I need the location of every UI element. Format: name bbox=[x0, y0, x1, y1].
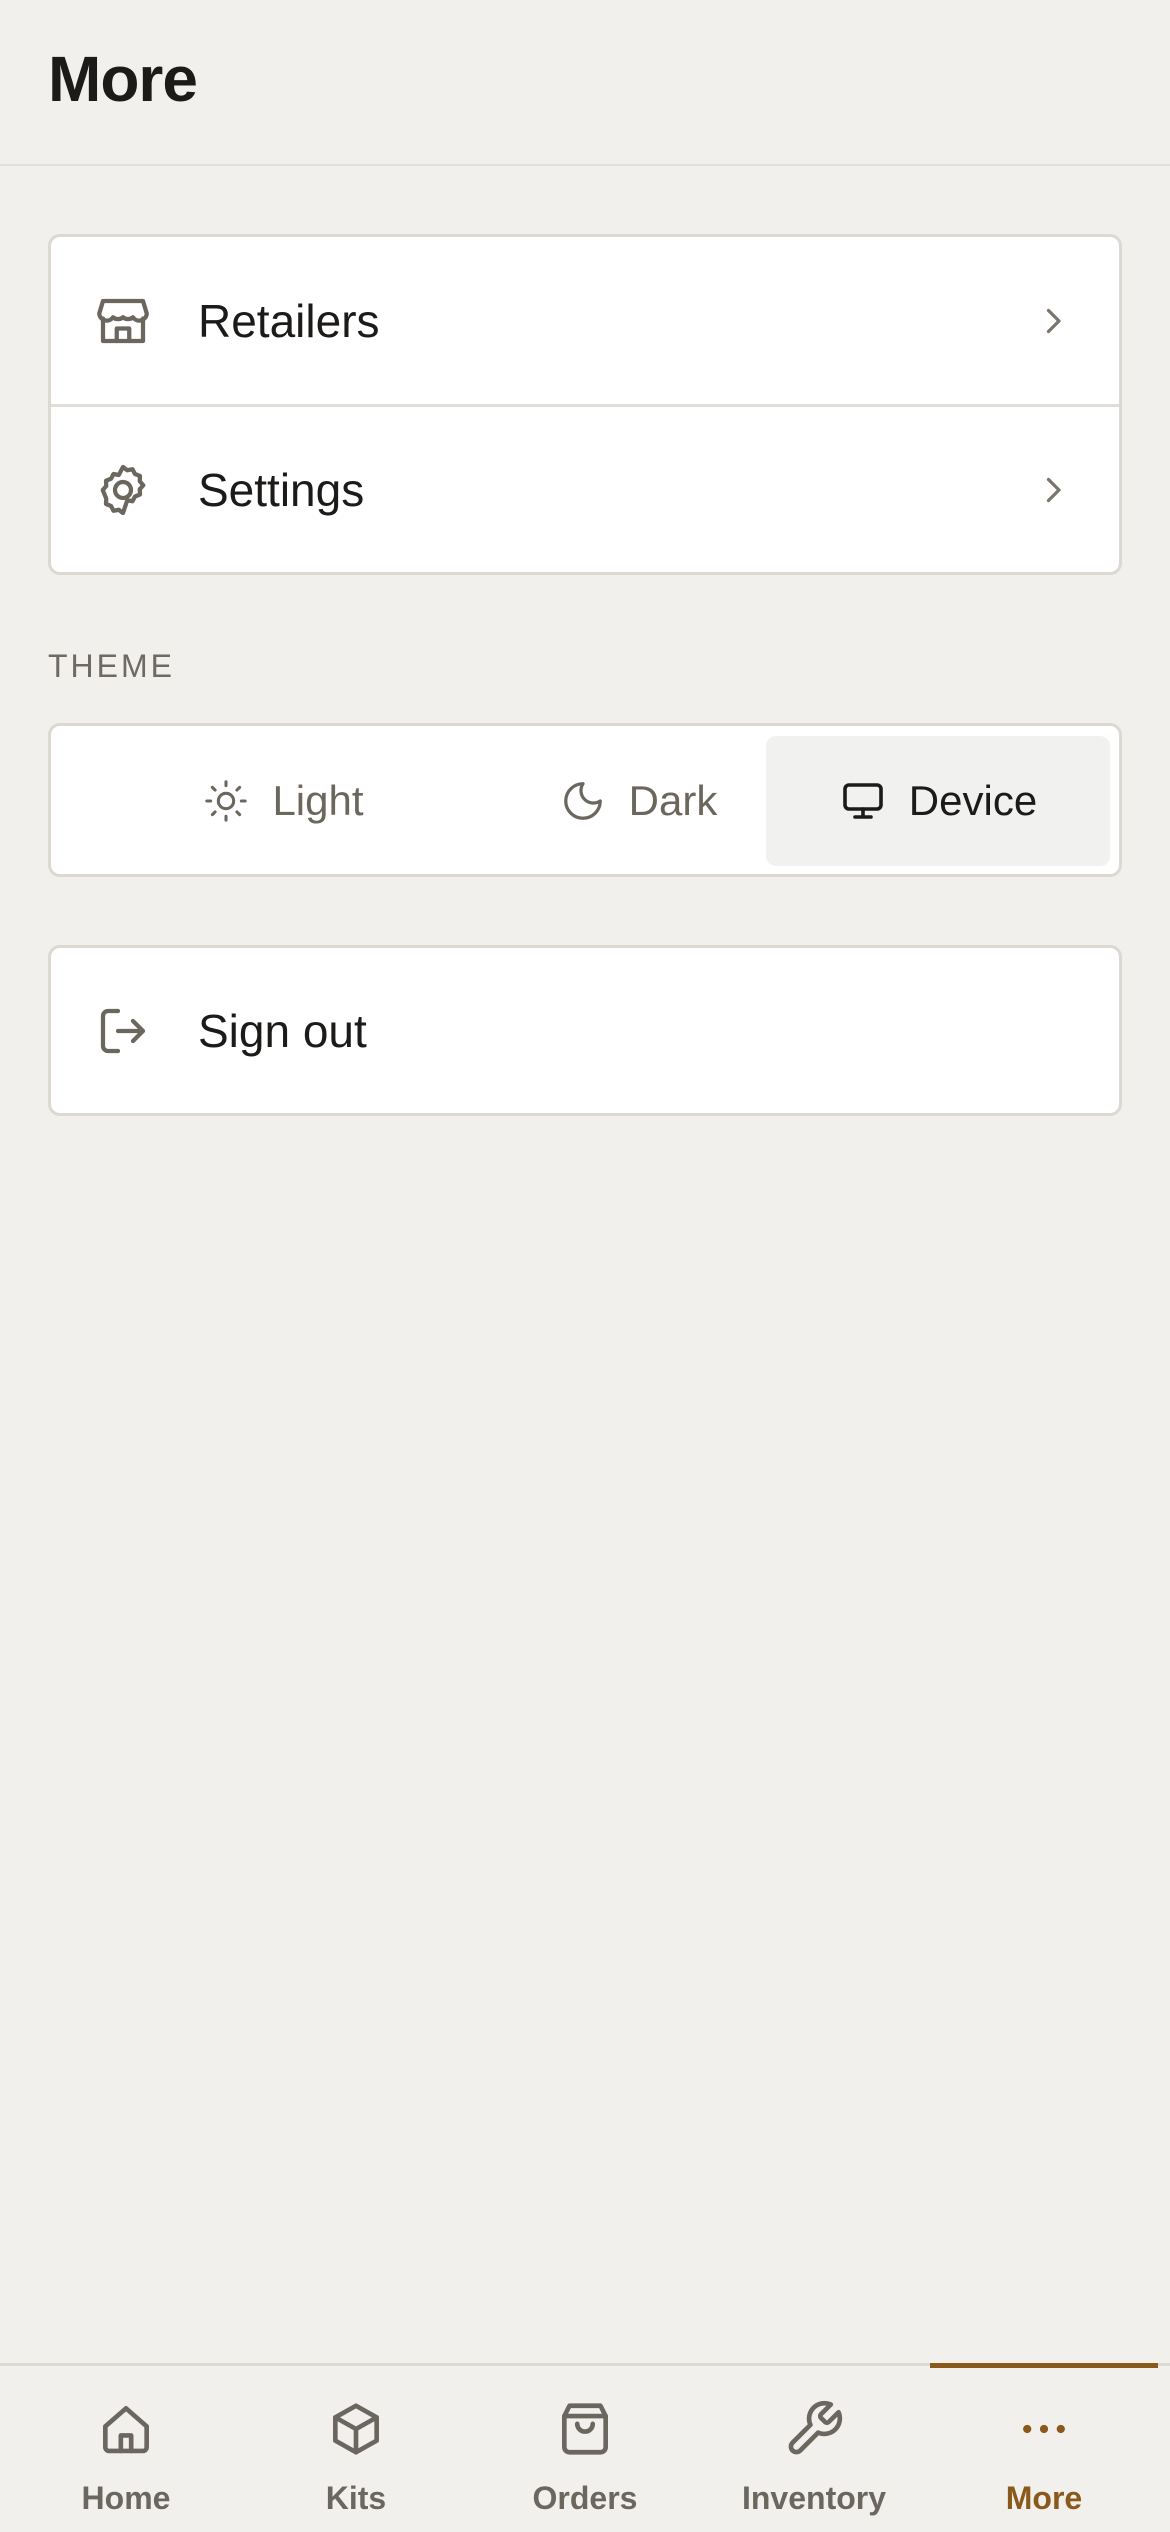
sign-out-icon bbox=[93, 1001, 153, 1061]
box-icon bbox=[323, 2396, 389, 2462]
theme-section-label: THEME bbox=[48, 648, 175, 684]
menu-item-label: Settings bbox=[198, 463, 365, 516]
tab-more[interactable]: More bbox=[927, 2366, 1161, 2532]
home-icon bbox=[93, 2396, 159, 2462]
tab-home[interactable]: Home bbox=[9, 2366, 243, 2532]
theme-option-label: Light bbox=[272, 777, 364, 824]
shopping-bag-icon bbox=[552, 2396, 618, 2462]
theme-option-label: Device bbox=[908, 777, 1038, 824]
moon-icon bbox=[559, 777, 607, 825]
gear-icon bbox=[93, 460, 153, 520]
signout-card: Sign out bbox=[48, 945, 1122, 1116]
chevron-right-icon bbox=[1035, 303, 1071, 339]
menu-item-retailers[interactable]: Retailers bbox=[51, 237, 1119, 404]
sign-out-button[interactable]: Sign out bbox=[51, 948, 1119, 1113]
tab-label: Inventory bbox=[741, 2480, 887, 2516]
menu-item-settings[interactable]: Settings bbox=[51, 404, 1119, 572]
tab-label: More bbox=[1005, 2480, 1083, 2516]
app-screen: More Retailers Settings THEME Light Dark… bbox=[0, 0, 1170, 2532]
navigation-menu-card: Retailers Settings bbox=[48, 234, 1122, 575]
page-title: More bbox=[48, 43, 198, 115]
store-icon bbox=[93, 291, 153, 351]
tab-orders[interactable]: Orders bbox=[468, 2366, 702, 2532]
tab-label: Orders bbox=[532, 2480, 638, 2516]
menu-item-label: Retailers bbox=[198, 294, 380, 347]
page-header: More bbox=[0, 0, 1170, 166]
chevron-right-icon bbox=[1035, 472, 1071, 508]
theme-selector: Light Dark Device bbox=[48, 723, 1122, 877]
tab-label: Kits bbox=[325, 2480, 387, 2516]
sun-icon bbox=[202, 777, 250, 825]
more-dots-icon bbox=[1011, 2396, 1077, 2462]
tab-kits[interactable]: Kits bbox=[239, 2366, 473, 2532]
theme-option-label: Dark bbox=[628, 777, 718, 824]
monitor-icon bbox=[839, 777, 887, 825]
wrench-icon bbox=[781, 2396, 847, 2462]
sign-out-label: Sign out bbox=[198, 1004, 367, 1057]
theme-option-dark[interactable]: Dark bbox=[466, 736, 810, 866]
tab-inventory[interactable]: Inventory bbox=[697, 2366, 931, 2532]
theme-option-light[interactable]: Light bbox=[111, 736, 455, 866]
tab-label: Home bbox=[81, 2480, 171, 2516]
bottom-tab-bar: Home Kits Orders Inventory More bbox=[0, 2363, 1170, 2532]
theme-option-device[interactable]: Device bbox=[766, 736, 1110, 866]
